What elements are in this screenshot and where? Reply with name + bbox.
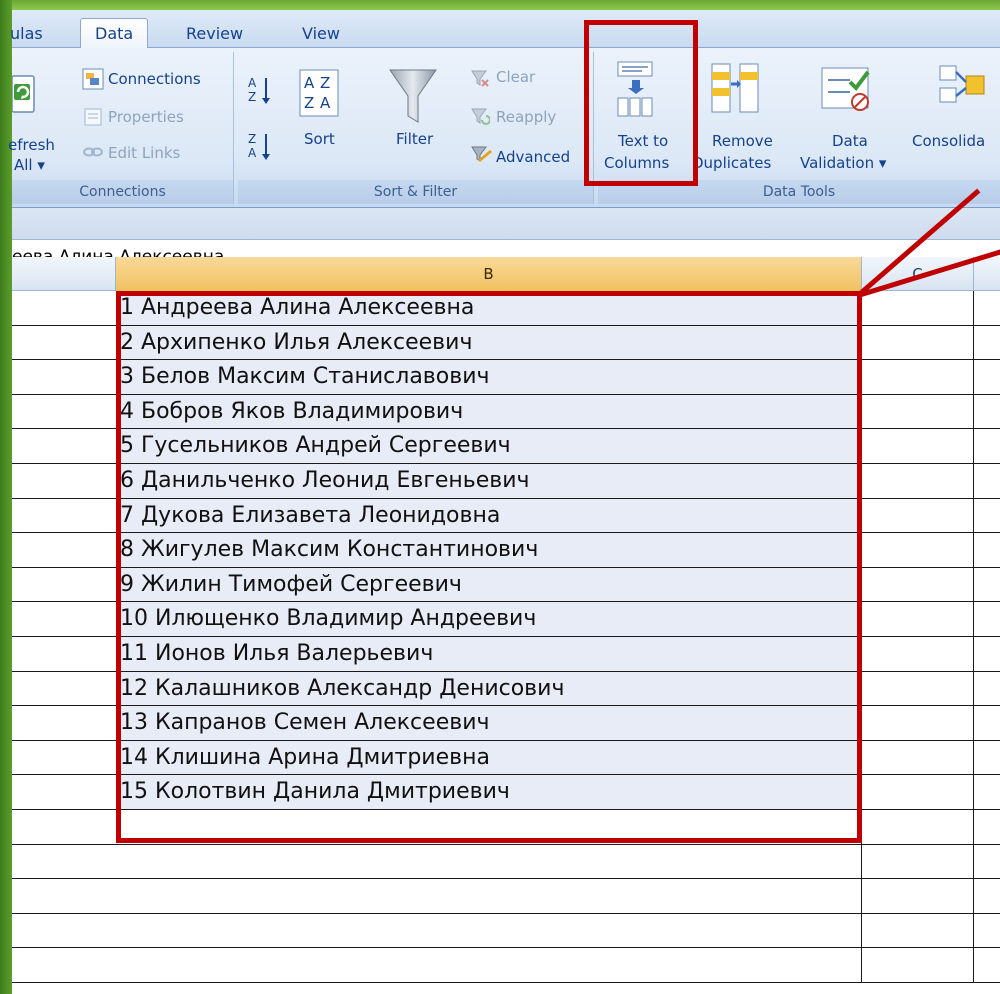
cell-c[interactable] xyxy=(862,429,974,463)
table-row xyxy=(12,948,1000,983)
advanced-filter-icon xyxy=(470,144,492,168)
cell-c[interactable] xyxy=(862,602,974,636)
data-validation-label-1[interactable]: Data xyxy=(832,132,868,150)
column-header-d[interactable] xyxy=(974,257,1000,291)
edit-links-button[interactable]: Edit Links xyxy=(108,144,180,162)
svg-text:A: A xyxy=(304,74,315,92)
column-header-row: B C xyxy=(12,257,1000,291)
sort-ascending-icon[interactable]: A Z xyxy=(248,74,274,112)
table-row xyxy=(12,879,1000,914)
cell-c[interactable] xyxy=(862,567,974,602)
data-validation-label-2[interactable]: Validation ▾ xyxy=(800,154,886,172)
table-row xyxy=(12,913,1000,949)
properties-button[interactable]: Properties xyxy=(108,108,184,126)
cell-c[interactable] xyxy=(862,948,974,982)
cell-c[interactable] xyxy=(862,775,974,809)
ribbon-tabs: ulas Data Review View xyxy=(10,10,1000,49)
sort-filter-group: A Z Z A A Z Z A Sort Filter Clear Reappl… xyxy=(238,52,594,204)
connections-group-label: Connections xyxy=(12,180,233,204)
remove-duplicates-icon[interactable] xyxy=(708,60,764,124)
clear-icon xyxy=(470,68,490,92)
edit-links-icon xyxy=(82,144,104,164)
cell-b[interactable] xyxy=(116,913,862,948)
svg-text:Z: Z xyxy=(320,74,330,92)
svg-text:A: A xyxy=(248,76,257,90)
table-row xyxy=(12,844,1000,880)
connections-icon xyxy=(82,68,104,94)
cell-c[interactable] xyxy=(862,533,974,567)
svg-text:Z: Z xyxy=(248,90,256,104)
cell-c[interactable] xyxy=(862,913,974,948)
column-header-b[interactable]: B xyxy=(116,257,862,291)
cell-c[interactable] xyxy=(862,464,974,498)
connections-group: efresh All ▾ Connections Properties Edit… xyxy=(8,52,234,204)
data-range-highlight xyxy=(116,291,862,843)
refresh-icon[interactable] xyxy=(11,74,36,114)
cell-b[interactable] xyxy=(116,879,862,913)
advanced-button[interactable]: Advanced xyxy=(496,148,570,166)
data-validation-icon[interactable] xyxy=(820,64,874,122)
svg-text:Z: Z xyxy=(304,94,314,112)
remove-duplicates-label-1[interactable]: Remove xyxy=(712,132,773,150)
cell-c[interactable] xyxy=(862,706,974,740)
remove-duplicates-label-2[interactable]: Duplicates xyxy=(692,154,771,172)
reapply-button[interactable]: Reapply xyxy=(496,108,556,126)
consolidate-icon[interactable] xyxy=(938,60,986,124)
svg-text:Z: Z xyxy=(248,132,256,146)
cell-c[interactable] xyxy=(862,879,974,913)
tab-view[interactable]: View xyxy=(302,20,340,48)
text-to-columns-highlight xyxy=(584,20,698,186)
cell-c[interactable] xyxy=(862,360,974,394)
sort-descending-icon[interactable]: Z A xyxy=(248,130,274,168)
cell-c[interactable] xyxy=(862,291,974,325)
tab-data[interactable]: Data xyxy=(80,18,149,49)
svg-text:A: A xyxy=(248,146,257,160)
cell-c[interactable] xyxy=(862,498,974,533)
cell-c[interactable] xyxy=(862,394,974,429)
cell-b[interactable] xyxy=(116,844,862,879)
consolidate-label[interactable]: Consolida xyxy=(912,132,985,150)
cell-c[interactable] xyxy=(862,325,974,360)
cell-c[interactable] xyxy=(862,740,974,775)
refresh-all-label-2[interactable]: All ▾ xyxy=(14,156,45,174)
sort-dialog-icon[interactable]: A Z Z A xyxy=(298,68,340,122)
cell-c[interactable] xyxy=(862,844,974,879)
reapply-icon xyxy=(470,106,491,130)
filter-button[interactable]: Filter xyxy=(396,130,433,148)
cell-c[interactable] xyxy=(862,671,974,706)
slide-frame-top xyxy=(0,0,1000,10)
ribbon-bottom-strip xyxy=(12,208,1000,240)
refresh-all-label-1[interactable]: efresh xyxy=(8,136,55,154)
sort-filter-group-label: Sort & Filter xyxy=(238,180,593,204)
svg-text:A: A xyxy=(320,94,331,112)
cell-b[interactable] xyxy=(116,948,862,982)
column-header-a[interactable] xyxy=(12,257,116,291)
connections-button[interactable]: Connections xyxy=(108,70,201,88)
filter-icon[interactable] xyxy=(388,66,438,130)
ribbon: efresh All ▾ Connections Properties Edit… xyxy=(8,48,1000,208)
properties-icon xyxy=(82,106,104,132)
clear-button[interactable]: Clear xyxy=(496,68,535,86)
cell-c[interactable] xyxy=(862,810,974,844)
tab-review[interactable]: Review xyxy=(186,20,243,48)
tab-formulas[interactable]: ulas xyxy=(10,20,43,48)
sort-button[interactable]: Sort xyxy=(304,130,335,148)
cell-c[interactable] xyxy=(862,637,974,671)
